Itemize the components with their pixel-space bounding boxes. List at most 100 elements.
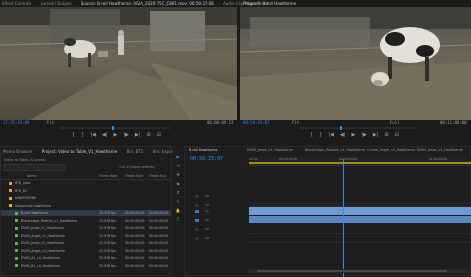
item-media-start: 00:00:00:00 bbox=[125, 218, 145, 223]
item-name: DVKS_Jesse_v1_Hawthorne bbox=[21, 226, 64, 230]
project-sequence-item[interactable]: DVKS_Jesse_v1_Hawthorne 23.976 fps 00:00:0… bbox=[1, 225, 171, 231]
track-lane-v3[interactable] bbox=[249, 191, 471, 204]
item-media-end: 00:00:00:00 bbox=[149, 211, 169, 215]
timeline-playhead[interactable] bbox=[343, 159, 344, 277]
track-target-toggle[interactable] bbox=[195, 227, 199, 231]
ripple-edit-tool-icon[interactable]: ✥ bbox=[175, 172, 181, 178]
extract-button[interactable]: ⊟ bbox=[395, 132, 399, 138]
track-select-tool-icon[interactable]: ⇥ bbox=[175, 163, 181, 169]
program-monitor[interactable] bbox=[240, 7, 471, 120]
folder-icon bbox=[9, 189, 12, 192]
program-mark-in-button[interactable]: { bbox=[310, 132, 313, 138]
program-timecode-in[interactable]: 00:59:35:07 bbox=[243, 120, 270, 125]
project-sequence-item[interactable]: DVKS_Angel_v1_Hawthorne 23.976 fps 00:00:0… bbox=[1, 233, 171, 239]
program-go-to-out-button[interactable]: ▶| bbox=[373, 132, 379, 138]
program-go-to-in-button[interactable]: |◀ bbox=[328, 132, 334, 138]
go-to-out-button[interactable]: ▶| bbox=[135, 132, 141, 138]
program-scrub-bar[interactable] bbox=[300, 126, 415, 130]
work-area-bar[interactable] bbox=[249, 162, 471, 164]
track-label-v3[interactable]: V3 bbox=[205, 194, 209, 198]
project-sequence-item[interactable]: DVKS_Jesse_v2_Hawthorne 23.976 fps 00:00:0… bbox=[1, 240, 171, 246]
audio-clip-a1[interactable] bbox=[249, 216, 471, 223]
track-target-toggle[interactable] bbox=[195, 203, 199, 207]
track-label-a1[interactable]: A1 bbox=[205, 218, 209, 222]
tab-effect-controls[interactable]: Effect Controls bbox=[2, 1, 31, 6]
project-sequence-item[interactable]: Blackmagic_Rebelle_v1_Hawthorne 23.976 fp… bbox=[1, 218, 171, 224]
column-media-end[interactable]: Media End bbox=[149, 173, 166, 179]
track-label-v1[interactable]: V1 bbox=[205, 209, 209, 213]
go-to-in-button[interactable]: |◀ bbox=[90, 132, 96, 138]
program-quality-select[interactable]: Full bbox=[390, 120, 400, 125]
track-lane-a3[interactable] bbox=[249, 234, 471, 243]
lift-button[interactable]: ⊞ bbox=[384, 132, 388, 138]
tab-source-monitor[interactable]: Source: B-roll Hawthorne: AGIA_2020-75C_… bbox=[81, 1, 214, 6]
tab-bin-bts[interactable]: Bin: BTS bbox=[127, 149, 144, 154]
project-sequence-item[interactable]: DVKS_A1_v1_Hawthorne 23.976 fps 00:00:00:0… bbox=[1, 255, 171, 261]
razor-tool-icon[interactable]: ◆ bbox=[175, 181, 181, 187]
track-target-toggle[interactable] bbox=[195, 194, 199, 198]
mark-out-button[interactable]: } bbox=[81, 132, 84, 138]
project-sequence-item[interactable]: DVKS_Angel_v2_Hawthorne 23.976 fps 00:00:0… bbox=[1, 248, 171, 254]
column-frame-rate[interactable]: Frame Rate bbox=[99, 173, 117, 179]
program-play-button[interactable]: ▶ bbox=[351, 132, 355, 138]
pen-tool-icon[interactable]: ✎ bbox=[175, 199, 181, 205]
track-target-toggle[interactable] bbox=[195, 236, 199, 240]
tab-sequence-angel[interactable]: Onsite_Angel_v1_Hawthorne bbox=[367, 148, 415, 152]
tab-sequence-jesse-v1[interactable]: DVKS_Jesse_v1_Hawthorne bbox=[247, 148, 293, 152]
item-media-end: 00:00:00:00 bbox=[149, 226, 169, 230]
project-sequence-item[interactable]: B-roll Hawthorne 23.976 fps 00:00:00:00 00:… bbox=[1, 210, 171, 216]
tab-project[interactable]: Project: Video to Table_V1_Hawthorne bbox=[42, 149, 118, 154]
program-step-forward-button[interactable]: |▶ bbox=[361, 132, 367, 138]
track-lanes bbox=[249, 191, 471, 243]
item-frame-rate: 23.976 fps bbox=[99, 263, 116, 268]
track-target-toggle[interactable] bbox=[195, 218, 199, 222]
play-button[interactable]: ▶ bbox=[113, 132, 117, 138]
type-tool-icon[interactable]: T bbox=[175, 217, 181, 223]
project-search-input[interactable] bbox=[4, 164, 66, 171]
program-step-back-button[interactable]: ◀| bbox=[340, 132, 346, 138]
mark-in-button[interactable]: { bbox=[72, 132, 75, 138]
tab-sequence-jesse-v2[interactable]: DVKS_Jesse_v2_Hawthorne bbox=[417, 148, 463, 152]
project-folder-item[interactable]: HAWTHORNE bbox=[1, 195, 171, 201]
track-label-v2[interactable]: V2 bbox=[205, 203, 209, 207]
column-name[interactable]: Name bbox=[27, 173, 36, 179]
program-fit-select[interactable]: Fit bbox=[292, 120, 299, 125]
overwrite-button[interactable]: ⊟ bbox=[157, 132, 161, 138]
tab-media-browser[interactable]: Media Browser bbox=[3, 149, 33, 154]
step-back-button[interactable]: ◀| bbox=[102, 132, 108, 138]
tab-sequence-broll[interactable]: B-roll Hawthorne bbox=[189, 148, 217, 152]
selection-tool-icon[interactable]: ▶ bbox=[175, 154, 181, 160]
source-tab-bar: Effect Controls Lumetri Scopes Source: B… bbox=[2, 0, 268, 7]
source-timecode-in[interactable]: 17:35:19:09 bbox=[3, 120, 30, 125]
source-scrub-bar[interactable] bbox=[60, 126, 170, 130]
project-folder-item[interactable]: BTS_B1 bbox=[1, 188, 171, 194]
timeline-scroll-thumb[interactable] bbox=[257, 270, 447, 272]
video-clip-v1[interactable] bbox=[249, 207, 471, 215]
timeline-ruler[interactable]: 00:00 00:59:30:00 00:59:40:00 01:00:00:0… bbox=[249, 156, 471, 166]
slip-tool-icon[interactable]: ⧗ bbox=[175, 190, 181, 196]
item-frame-rate: 23.976 fps bbox=[99, 241, 116, 245]
timeline-scrollbar[interactable] bbox=[249, 269, 471, 273]
insert-button[interactable]: ⊞ bbox=[146, 132, 150, 138]
hand-tool-icon[interactable]: ✋ bbox=[175, 208, 181, 214]
program-mark-out-button[interactable]: } bbox=[319, 132, 322, 138]
track-label-a2[interactable]: A2 bbox=[205, 227, 209, 231]
source-playhead[interactable] bbox=[112, 126, 114, 130]
track-target-toggle[interactable] bbox=[195, 209, 199, 213]
project-sequence-item[interactable]: DVKS_B1_v1_Hawthorne 23.976 fps 00:00:00:0… bbox=[1, 263, 171, 269]
project-folder-item[interactable]: BTS_Lodo bbox=[1, 180, 171, 186]
source-fit-select[interactable]: Fit bbox=[47, 120, 54, 125]
program-playhead[interactable] bbox=[340, 126, 342, 130]
track-lane-a2[interactable] bbox=[249, 225, 471, 234]
track-label-a3[interactable]: A3 bbox=[205, 236, 209, 240]
timeline-timecode[interactable]: 00:59:35:07 bbox=[190, 156, 223, 162]
tab-program-monitor[interactable]: Program: B-roll Hawthorne bbox=[243, 1, 296, 6]
tab-sequence-rebelle[interactable]: Blackmagic_Rebelle_v1_Hawthorne bbox=[305, 148, 365, 152]
tab-lumetri-scopes[interactable]: Lumetri Scopes bbox=[41, 1, 72, 6]
step-forward-button[interactable]: |▶ bbox=[123, 132, 129, 138]
sequence-icon bbox=[15, 211, 18, 215]
column-media-start[interactable]: Media Start bbox=[125, 173, 143, 179]
item-media-end: 00:00:00:00 bbox=[149, 241, 169, 245]
project-folder-item[interactable]: Sequences Hawthorne bbox=[1, 203, 171, 209]
source-monitor[interactable] bbox=[0, 7, 237, 120]
